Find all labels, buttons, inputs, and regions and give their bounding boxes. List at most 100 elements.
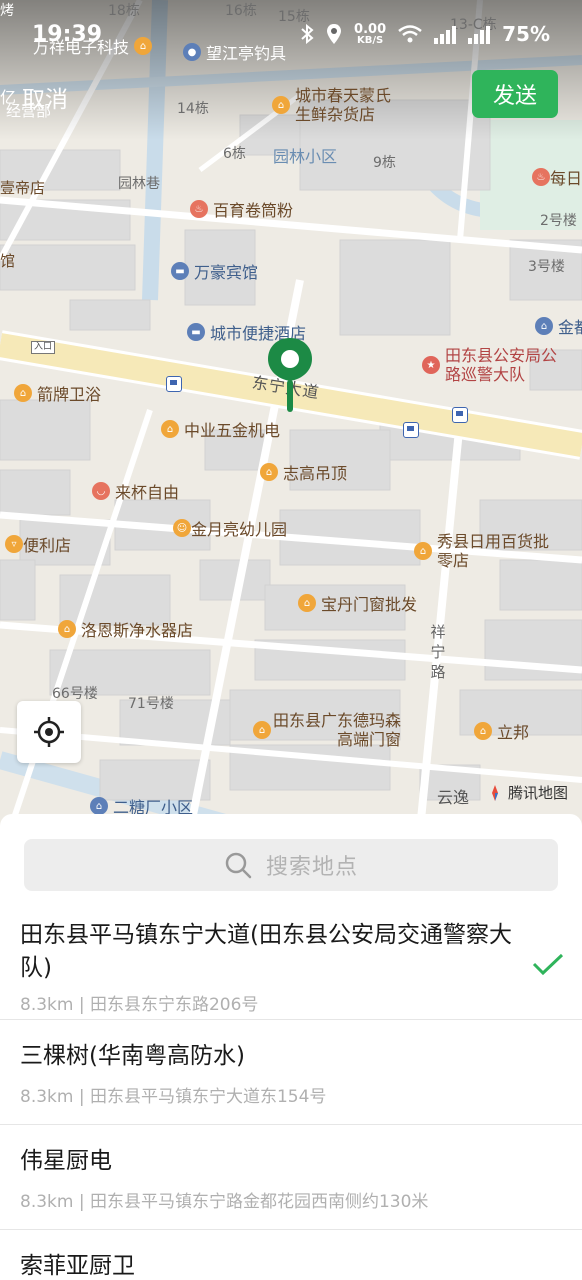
location-item-selected[interactable]: 田东县平马镇东宁大道(田东县公安局交通警察大队) 8.3km | 田东县东宁东路… [0,914,582,1020]
poi-police[interactable]: ★ 田东县公安局公路巡警大队 [422,346,557,384]
cancel-button[interactable]: 取消 [22,80,68,114]
poi-jianpai[interactable]: ⌂ 箭牌卫浴 [14,381,101,405]
home-icon: ⌂ [90,797,108,815]
poi-jinyueliang[interactable]: 金月亮幼儿园 ☺ [168,516,287,540]
send-button[interactable]: 发送 [472,70,558,118]
bus-stop-icon[interactable] [166,376,182,392]
locate-button[interactable] [17,701,81,763]
poi-demasen[interactable]: 田东县广东德玛森高端门窗 ⌂ [248,711,401,749]
restaurant-icon: ♨ [531,168,550,186]
poi-luoensi[interactable]: ⌂ 洛恩斯净水器店 [58,617,193,641]
location-name: 伟星厨电 [20,1148,112,1174]
poi-label: 万豪宾馆 [194,263,259,282]
poi-wanhao[interactable]: ▬ 万豪宾馆 [171,259,258,283]
status-time: 19:39 [32,22,103,47]
restaurant-icon: ♨ [190,200,208,218]
building-label: 3号楼 [528,259,565,275]
poi-label: 中业五金机电 [184,421,281,440]
location-sheet: 搜索地点 田东县平马镇东宁大道(田东县公安局交通警察大队) 8.3km | 田东… [0,814,582,1280]
police-icon: ★ [422,356,440,374]
status-icons: 0.00 KB/S 75% [300,22,550,46]
building-label: 71号楼 [128,696,174,712]
status-bar: 19:39 0.00 KB/S 75% [0,0,582,70]
shop-icon: ⌂ [253,721,271,739]
app-root: 18栋 16栋 15栋 13-C栋 14栋 6栋 9栋 2号楼 3号楼 66号楼… [0,0,582,1280]
poi-label: 金月亮幼儿园 [191,520,288,539]
location-item[interactable]: 索菲亚厨卫 [0,1230,582,1280]
map-provider-logo: 腾讯地图 [486,782,568,803]
shop-icon: ⌂ [272,96,290,114]
locate-icon [34,717,64,747]
poi-jindu[interactable]: ⌂ 金都 [535,314,582,338]
poi-zhongye[interactable]: ⌂ 中业五金机电 [161,417,280,441]
community-label: 园林小区 [273,147,338,166]
poi-zhigao[interactable]: ⌂ 志高吊顶 [260,460,347,484]
check-icon [532,953,564,976]
bus-stop-icon[interactable] [452,407,468,423]
poi-xiuxian[interactable]: ⌂ 秀县日用百货批零店 [414,532,549,570]
home-icon: ⌂ [535,317,553,335]
cart-icon: ▿ [5,535,23,553]
hotel-icon: ▬ [171,262,189,280]
bus-stop-icon[interactable] [403,422,419,438]
poi-label: 金都 [558,318,582,337]
location-item[interactable]: 伟星厨电 8.3km | 田东县平马镇东宁路金都花园西南侧约130米 [0,1125,582,1230]
shop-icon: ⌂ [58,620,76,638]
poi-libang[interactable]: ⌂ 立邦 [474,719,529,743]
building-label: 6栋 [223,146,246,162]
map-view[interactable]: 18栋 16栋 15栋 13-C栋 14栋 6栋 9栋 2号楼 3号楼 66号楼… [0,0,582,830]
poi-laibeiziyou[interactable]: ◡ 来杯自由 [92,479,179,503]
cafe-icon: ◡ [92,482,110,500]
poi-label: 立邦 [497,723,530,742]
poi-partial: 云逸 [437,788,470,807]
shop-icon: ⌂ [474,722,492,740]
shop-icon: ⌂ [260,463,278,481]
location-name: 三棵树(华南粤高防水) [20,1043,245,1069]
map-marker-icon[interactable] [266,336,314,414]
poi-label: 田东县公安局公路巡警大队 [445,346,558,384]
speed-value: 0.00 [354,21,387,37]
location-name: 田东县平马镇东宁大道(田东县公安局交通警察大队) [20,922,512,981]
poi-label: 秀县日用百货批零店 [437,532,550,570]
provider-logo-text: 腾讯地图 [507,784,568,802]
shop-icon: ⌂ [414,542,432,560]
location-item[interactable]: 三棵树(华南粤高防水) 8.3km | 田东县平马镇东宁大道东154号 [0,1020,582,1125]
building-label: 66号楼 [52,686,98,702]
poi-label: 箭牌卫浴 [37,385,102,404]
shop-icon: ⌂ [161,420,179,438]
building-label: 14栋 [177,101,209,117]
poi-label: 百育卷筒粉 [213,201,294,220]
poi-label: 洛恩斯净水器店 [81,621,194,640]
road-label: 园林巷 [118,176,160,192]
poi-baodan[interactable]: ⌂ 宝丹门窗批发 [298,591,417,615]
shop-icon: ⌂ [298,594,316,612]
poi-label: 来杯自由 [115,483,180,502]
poi-bianlidian[interactable]: 便利店 ▿ [0,532,71,556]
poi-partial: 壹帝店 [0,179,46,197]
building-label: 9栋 [373,155,396,171]
search-placeholder: 搜索地点 [265,855,358,880]
compass-icon [491,784,498,801]
poi-label: 便利店 [23,536,72,555]
location-address: 8.3km | 田东县平马镇东宁路金都花园西南侧约130米 [20,1192,429,1212]
entrance-label: 入口 [31,341,56,354]
poi-meiri[interactable]: 每日 ♨ [527,165,582,189]
wifi-icon [398,25,422,43]
poi-label: 志高吊顶 [283,464,348,483]
poi-label: 城市春天蒙氏生鲜杂货店 [295,86,392,124]
poi-chengshichuntian[interactable]: ⌂ 城市春天蒙氏生鲜杂货店 [272,86,391,124]
location-address: 8.3km | 田东县平马镇东宁大道东154号 [20,1087,327,1107]
search-icon [225,852,252,879]
network-speed: 0.00 KB/S [354,23,386,46]
bluetooth-icon [301,24,314,44]
road-label: 祥宁路 [430,623,446,681]
poi-label: 田东县广东德玛森高端门窗 [272,711,401,749]
battery-level: 75% [502,22,550,46]
signal-icon [434,24,457,44]
poi-baiyu[interactable]: ♨ 百育卷筒粉 [190,197,293,221]
poi-label: 宝丹门窗批发 [321,595,418,614]
search-input[interactable]: 搜索地点 [24,839,558,891]
building-label: 2号楼 [540,213,577,229]
shop-icon: ⌂ [14,384,32,402]
poi-partial: 馆 [0,252,16,270]
